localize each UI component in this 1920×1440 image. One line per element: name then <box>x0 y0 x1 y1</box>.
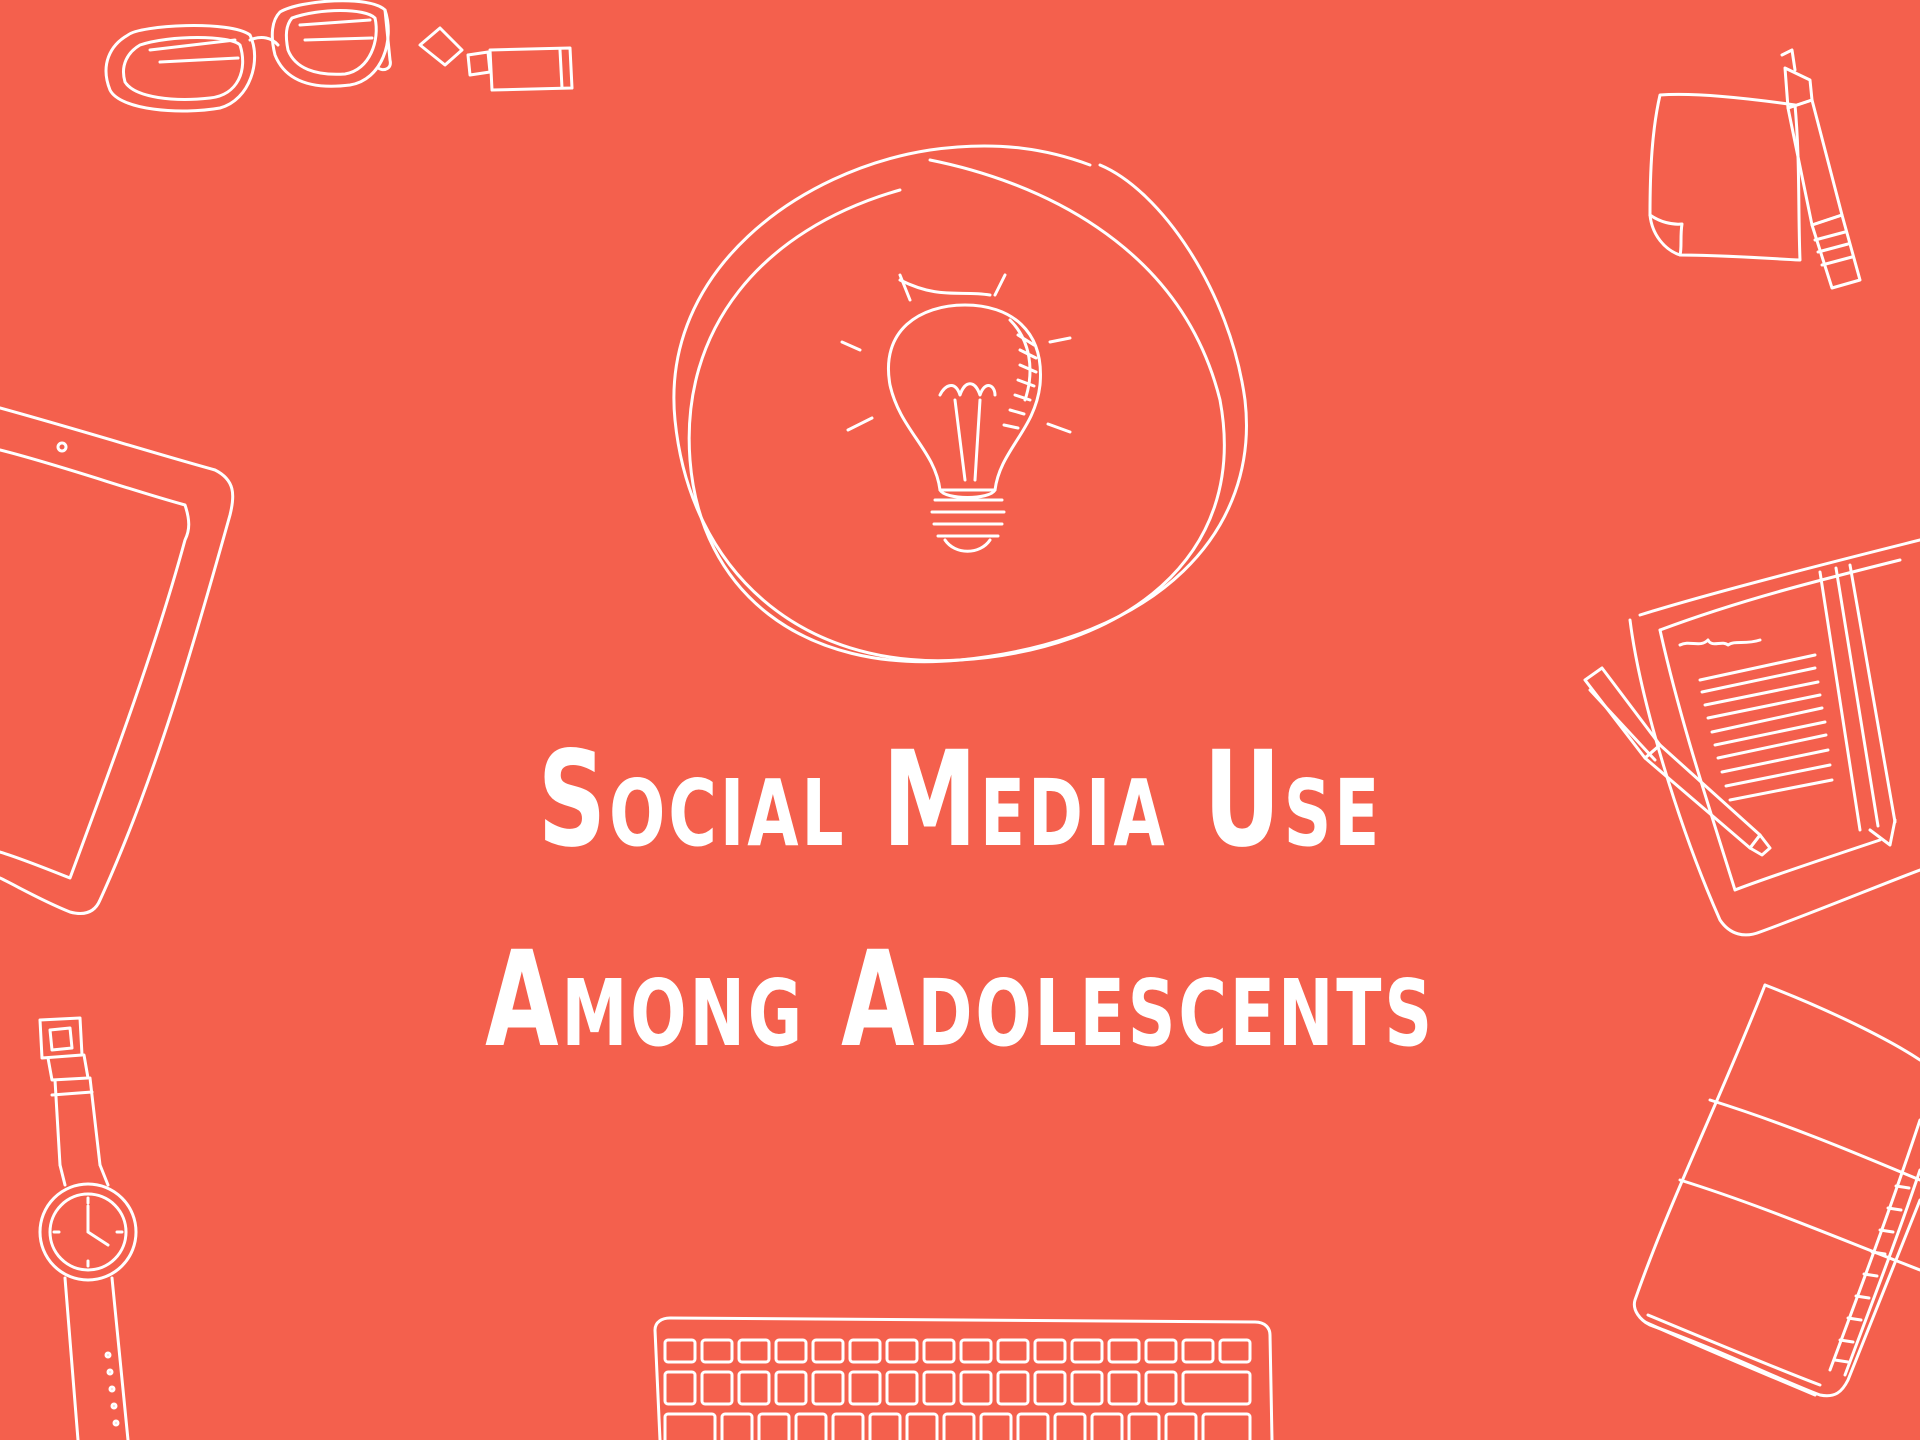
glasses-icon <box>104 0 392 113</box>
lightbulb-icon <box>672 144 1248 664</box>
slide-title: Social Media Use Among Adolescents <box>0 700 1920 1100</box>
keyboard-icon <box>653 1316 1274 1440</box>
sticky-note-icon <box>1648 92 1802 262</box>
marker-icon <box>1780 48 1862 290</box>
title-line-2: Among Adolescents <box>485 923 1435 1077</box>
usb-drive-icon <box>418 26 574 92</box>
title-line-1: Social Media Use <box>537 723 1383 877</box>
